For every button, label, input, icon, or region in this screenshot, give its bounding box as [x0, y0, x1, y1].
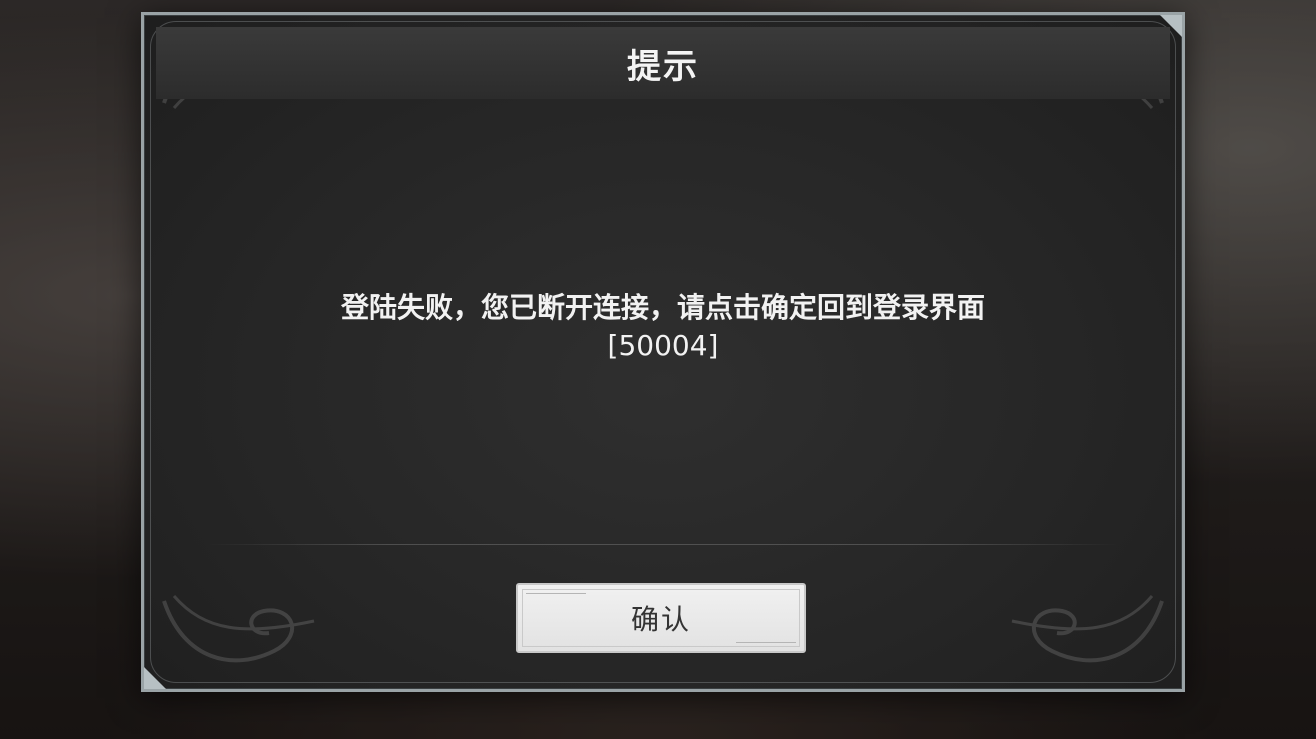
- ornamental-scroll-icon: [1011, 595, 1164, 663]
- confirm-button-label: 确认: [630, 603, 691, 636]
- ornamental-scroll-icon: [162, 595, 315, 663]
- divider: [204, 544, 1122, 545]
- confirm-button[interactable]: 确认: [516, 583, 806, 653]
- error-message-text: 登陆失败，您已断开连接，请点击确定回到登录界面: [340, 291, 985, 324]
- dialog-title: 提示: [627, 46, 699, 87]
- alert-dialog: 提示 登陆失败，您已断开连接，请点击确定回到登录界面 [50004] 确认: [141, 12, 1185, 692]
- error-code: [50004]: [607, 329, 719, 362]
- dialog-title-bar: 提示: [156, 27, 1170, 99]
- button-decoration: [526, 593, 586, 594]
- button-decoration: [736, 642, 796, 643]
- dialog-message: 登陆失败，您已断开连接，请点击确定回到登录界面 [50004]: [204, 289, 1122, 365]
